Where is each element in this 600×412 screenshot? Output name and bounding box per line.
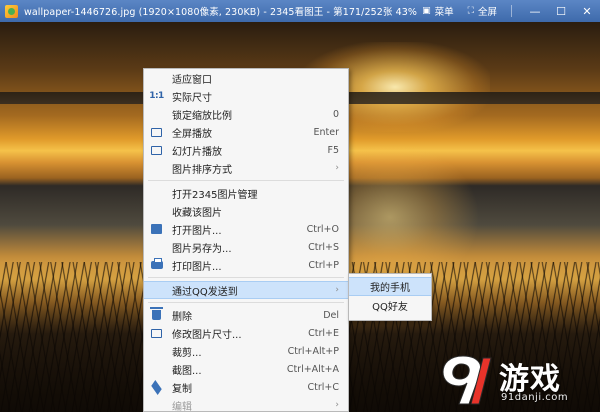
menu-item-shortcut: Ctrl+C [307, 381, 340, 393]
menu-item-shortcut: Ctrl+Alt+P [287, 345, 339, 357]
menu-item-edit[interactable]: 编辑 › [144, 396, 348, 412]
menu-item-shortcut: 0 [332, 108, 339, 120]
actual-size-icon: 1:1 [149, 91, 164, 101]
menu-separator [148, 302, 344, 303]
menu-item-slideshow[interactable]: 幻灯片播放 F5 [144, 141, 348, 159]
menu-item-label: 删除 [172, 311, 192, 323]
submenu-arrow-icon: › [335, 285, 339, 295]
title-bar: wallpaper-1446726.jpg (1920×1080像素, 230K… [0, 0, 600, 22]
menu-item-sort-order[interactable]: 图片排序方式 › [144, 159, 348, 177]
menu-icon: ▣ [422, 6, 431, 16]
maximize-icon: ☐ [556, 4, 566, 18]
menu-item-label: 修改图片尺寸... [172, 329, 242, 341]
menu-separator [148, 180, 344, 181]
menu-item-crop[interactable]: 裁剪... Ctrl+Alt+P [144, 342, 348, 360]
context-menu: 适应窗口 1:1 实际尺寸 锁定缩放比例 0 全屏播放 Enter 幻灯片播放 … [143, 68, 349, 412]
submenu-item-label: 我的手机 [370, 283, 410, 294]
menu-item-shortcut: Ctrl+E [308, 327, 339, 339]
printer-icon [150, 258, 163, 271]
open-image-icon [150, 223, 163, 235]
menu-item-shortcut: Ctrl+S [308, 241, 339, 253]
watermark-logo-icon [442, 355, 492, 405]
slideshow-icon [150, 144, 163, 156]
menu-item-open-manager[interactable]: 打开2345图片管理 [144, 184, 348, 202]
site-watermark: 游戏 91danji.com [437, 350, 597, 410]
close-button[interactable]: ✕ [574, 0, 600, 22]
menu-item-screenshot[interactable]: 截图... Ctrl+Alt+A [144, 360, 348, 378]
menu-item-label: 全屏播放 [172, 128, 212, 140]
submenu-arrow-icon: › [335, 163, 339, 173]
fullscreen-button-label: 全屏 [477, 7, 497, 18]
maximize-button[interactable]: ☐ [548, 0, 574, 22]
trash-icon [150, 307, 163, 321]
menu-item-label: 实际尺寸 [172, 92, 212, 104]
menu-item-save-as[interactable]: 图片另存为... Ctrl+S [144, 238, 348, 256]
qq-send-submenu: 我的手机 QQ好友 [348, 273, 432, 321]
menu-item-send-via-qq[interactable]: 通过QQ发送到 › [144, 281, 348, 299]
menu-item-label: 打开图片... [172, 225, 222, 237]
menu-item-lock-zoom[interactable]: 锁定缩放比例 0 [144, 105, 348, 123]
menu-item-shortcut: Del [323, 309, 339, 321]
menu-item-resize[interactable]: 修改图片尺寸... Ctrl+E [144, 324, 348, 342]
window-title: wallpaper-1446726.jpg (1920×1080像素, 230K… [24, 7, 418, 18]
minimize-button[interactable]: — [522, 0, 548, 22]
app-logo-icon [5, 4, 18, 18]
fullscreen-icon: ⛶ [467, 6, 474, 16]
fullscreen-button[interactable]: ⛶ 全屏 [468, 4, 497, 18]
menu-button-label: 菜单 [434, 7, 454, 18]
menu-item-label: 打开2345图片管理 [172, 189, 258, 201]
menu-item-label: 截图... [172, 365, 202, 377]
menu-item-label: 编辑 [172, 401, 192, 412]
menu-item-label: 收藏该图片 [172, 207, 222, 219]
menu-item-shortcut: Enter [313, 126, 340, 138]
title-separator [511, 5, 512, 17]
menu-item-copy[interactable]: 复制 Ctrl+C [144, 378, 348, 396]
title-bar-controls: ▣ 菜单 ⛶ 全屏 — ☐ ✕ [422, 0, 600, 22]
menu-item-actual-size[interactable]: 1:1 实际尺寸 [144, 87, 348, 105]
menu-item-label: 幻灯片播放 [172, 146, 222, 158]
menu-item-shortcut: Ctrl+P [308, 259, 339, 271]
menu-separator [148, 277, 344, 278]
menu-item-fit-window[interactable]: 适应窗口 [144, 69, 348, 87]
menu-item-favorite[interactable]: 收藏该图片 [144, 202, 348, 220]
menu-button[interactable]: ▣ 菜单 [422, 4, 454, 18]
close-icon: ✕ [582, 4, 592, 18]
menu-item-label: 通过QQ发送到 [172, 286, 238, 298]
menu-item-label: 图片排序方式 [172, 164, 232, 176]
submenu-item-label: QQ好友 [372, 302, 408, 313]
menu-item-open-image[interactable]: 打开图片... Ctrl+O [144, 220, 348, 238]
submenu-item-qq-friend[interactable]: QQ好友 [349, 296, 431, 315]
resize-icon [150, 327, 163, 339]
menu-item-label: 复制 [172, 383, 192, 395]
watermark-url: 91danji.com [501, 392, 569, 403]
menu-item-label: 锁定缩放比例 [172, 110, 232, 122]
menu-item-label: 适应窗口 [172, 74, 212, 86]
menu-item-shortcut: F5 [327, 144, 339, 156]
menu-item-print[interactable]: 打印图片... Ctrl+P [144, 256, 348, 274]
copy-icon [150, 379, 163, 395]
minimize-icon: — [529, 4, 541, 18]
menu-item-fullscreen[interactable]: 全屏播放 Enter [144, 123, 348, 141]
submenu-arrow-icon: › [335, 400, 339, 410]
submenu-item-my-phone[interactable]: 我的手机 [349, 277, 431, 296]
menu-item-shortcut: Ctrl+Alt+A [286, 363, 339, 375]
menu-item-label: 图片另存为... [172, 243, 232, 255]
fullscreen-play-icon [150, 126, 163, 138]
menu-item-label: 打印图片... [172, 261, 222, 273]
menu-item-shortcut: Ctrl+O [306, 223, 339, 235]
menu-item-delete[interactable]: 删除 Del [144, 306, 348, 324]
menu-item-label: 裁剪... [172, 347, 202, 359]
